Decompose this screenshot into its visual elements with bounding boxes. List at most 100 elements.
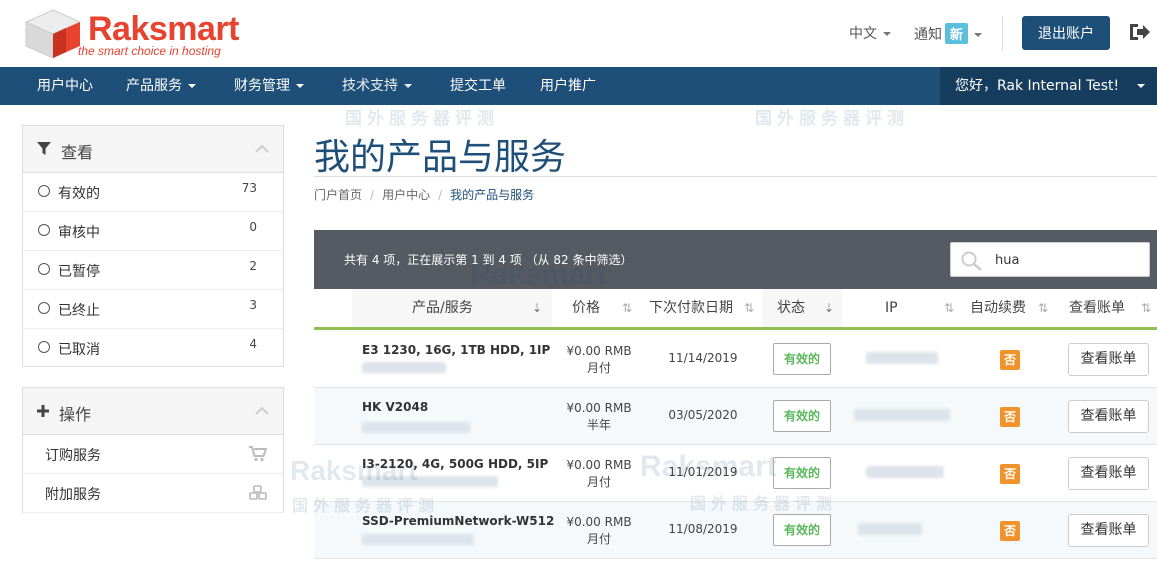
nav-user-center[interactable]: 用户中心 [37, 67, 93, 105]
nav-open-ticket[interactable]: 提交工单 [450, 67, 506, 105]
watermark: 国外服务器评测 [755, 109, 909, 128]
breadcrumb-home[interactable]: 门户首页 [314, 188, 362, 202]
redacted-hostname [362, 476, 498, 487]
sort-icon: ⇣ [824, 301, 835, 315]
account-menu[interactable]: 您好，Rak Internal Test! [940, 67, 1157, 105]
radio-icon [38, 341, 50, 353]
product-name: I3-2120, 4G, 500G HDD, 5IP [362, 457, 549, 471]
nav-label: 用户推广 [540, 78, 596, 94]
col-product[interactable]: 产品/服务 ⇣ [352, 289, 552, 327]
table-row[interactable]: HK V2048 ¥0.00 RMB 半年 03/05/2020 有效的 否 查看… [314, 388, 1157, 445]
sort-icon: ⇅ [1038, 301, 1049, 315]
radio-icon [38, 185, 50, 197]
col-next-due[interactable]: 下次付款日期 ⇅ [644, 289, 762, 327]
sort-icon: ⇅ [622, 301, 633, 315]
filter-item-count: 3 [249, 298, 257, 312]
divider [1002, 16, 1003, 50]
price-cell: ¥0.00 RMB 月付 [552, 343, 646, 377]
product-name: HK V2048 [362, 400, 429, 414]
filter-item-label: 已终止 [58, 303, 100, 319]
cart-icon [249, 446, 267, 462]
sort-icon: ⇅ [944, 301, 955, 315]
action-label: 订购服务 [45, 448, 101, 464]
logout-button[interactable]: 退出账户 [1022, 16, 1110, 50]
breadcrumb-separator: / [370, 188, 375, 202]
nav-products[interactable]: 产品服务 [126, 67, 196, 105]
table-row[interactable]: I3-2120, 4G, 500G HDD, 5IP ¥0.00 RMB 月付 1… [314, 445, 1157, 502]
filter-item-cancelled[interactable]: 已取消 4 [23, 329, 283, 368]
redacted-hostname [362, 362, 446, 373]
action-order-service[interactable]: 订购服务 [23, 435, 283, 474]
breadcrumb-separator: / [438, 188, 443, 202]
filter-item-label: 已取消 [58, 342, 100, 358]
table-header: 产品/服务 ⇣ 价格 ⇅ 下次付款日期 ⇅ 状态 ⇣ IP ⇅ 自动续费 ⇅ 查看账单 ⇅ [314, 289, 1157, 330]
view-invoice-button[interactable]: 查看账单 [1068, 514, 1149, 547]
view-invoice-button[interactable]: 查看账单 [1068, 400, 1149, 433]
breadcrumb: 门户首页 / 用户中心 / 我的产品与服务 [314, 186, 534, 203]
table-row[interactable]: E3 1230, 16G, 1TB HDD, 1IP ¥0.00 RMB 月付 1… [314, 331, 1157, 388]
billing-cycle: 月付 [586, 361, 611, 375]
col-autorenew[interactable]: 自动续费 ⇅ [964, 289, 1056, 327]
logo-cube-icon [24, 9, 82, 59]
filter-item-active[interactable]: 有效的 73 [23, 173, 283, 212]
filter-item-terminated[interactable]: 已终止 3 [23, 290, 283, 329]
next-due-date: 11/08/2019 [668, 522, 738, 536]
actions-panel-header[interactable]: 操作 [23, 388, 283, 435]
col-ip[interactable]: IP ⇅ [842, 289, 962, 327]
status-badge: 有效的 [773, 400, 831, 432]
autorenew-badge: 否 [1000, 521, 1020, 541]
actions-panel-title: 操作 [59, 405, 92, 424]
nav-support[interactable]: 技术支持 [342, 67, 412, 105]
column-label: IP [885, 300, 898, 316]
view-invoice-button[interactable]: 查看账单 [1068, 343, 1149, 376]
nav-billing[interactable]: 财务管理 [234, 67, 304, 105]
filter-item-label: 审核中 [58, 225, 100, 241]
filter-item-suspended[interactable]: 已暂停 2 [23, 251, 283, 290]
chevron-down-icon [883, 32, 891, 36]
chevron-down-icon [974, 33, 983, 37]
price-value: ¥0.00 RMB [566, 515, 632, 529]
language-selector[interactable]: 中文 [849, 23, 891, 43]
radio-icon [38, 302, 50, 314]
filter-panel-title: 查看 [61, 143, 94, 162]
chevron-down-icon [404, 84, 412, 88]
filter-item-pending[interactable]: 审核中 0 [23, 212, 283, 251]
search-box [950, 242, 1150, 277]
price-value: ¥0.00 RMB [566, 458, 632, 472]
action-addons[interactable]: 附加服务 [23, 474, 283, 513]
col-status[interactable]: 状态 ⇣ [762, 289, 842, 327]
filter-item-label: 已暂停 [58, 264, 100, 280]
nav-label: 财务管理 [234, 78, 290, 94]
new-badge: 新 [945, 23, 969, 44]
nav-affiliates[interactable]: 用户推广 [540, 67, 596, 105]
billing-cycle: 月付 [586, 475, 611, 489]
nav-label: 产品服务 [126, 78, 182, 94]
view-invoice-button[interactable]: 查看账单 [1068, 457, 1149, 490]
sign-out-icon[interactable] [1128, 22, 1150, 42]
search-input[interactable] [995, 250, 1140, 270]
col-view-invoice[interactable]: 查看账单 ⇅ [1056, 289, 1157, 327]
price-cell: ¥0.00 RMB 半年 [552, 400, 646, 434]
action-label: 附加服务 [45, 487, 101, 503]
table-row[interactable]: SSD-PremiumNetwork-W512 ¥0.00 RMB 月付 11/0… [314, 502, 1157, 559]
breadcrumb-client-area[interactable]: 用户中心 [382, 188, 430, 202]
table-body: E3 1230, 16G, 1TB HDD, 1IP ¥0.00 RMB 月付 1… [314, 331, 1157, 559]
col-price[interactable]: 价格 ⇅ [552, 289, 644, 327]
nav-label: 提交工单 [450, 78, 506, 94]
next-due-date: 11/14/2019 [668, 351, 738, 365]
filter-item-label: 有效的 [58, 186, 100, 202]
sort-icon: ⇣ [532, 301, 543, 315]
sort-icon: ⇅ [744, 301, 755, 315]
radio-icon [38, 224, 50, 236]
filter-panel-header[interactable]: 查看 [23, 126, 283, 173]
chevron-up-icon[interactable] [255, 144, 269, 154]
breadcrumb-current: 我的产品与服务 [450, 188, 535, 202]
chevron-up-icon[interactable] [255, 406, 269, 416]
chevron-down-icon [1137, 84, 1145, 88]
column-label: 价格 [572, 300, 600, 316]
filter-item-count: 4 [249, 337, 257, 351]
brand-logo[interactable]: Raksmart the smart choice in hosting [22, 8, 239, 60]
notifications-menu[interactable]: 通知新 [914, 23, 983, 44]
watermark: 国外服务器评测 [345, 109, 499, 128]
notice-label: 通知 [914, 27, 942, 43]
